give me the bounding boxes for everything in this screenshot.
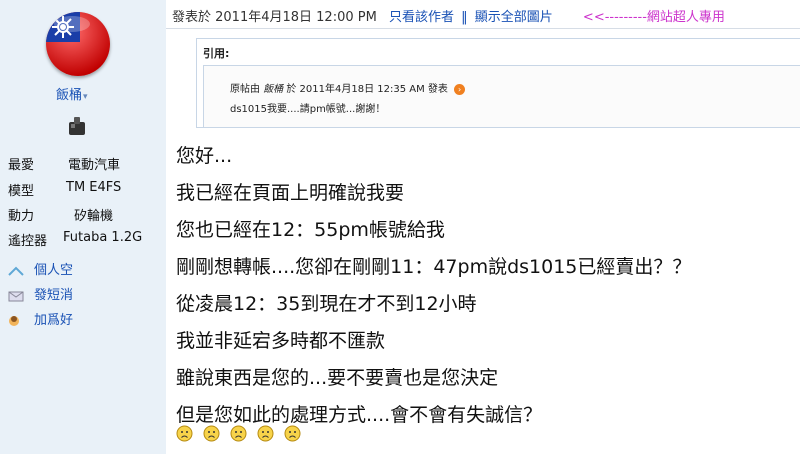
- quote-content: 原帖由 飯桶 於 2011年4月18日 12:35 AM 發表 › ds1015…: [203, 65, 800, 127]
- sad-face-icon: [284, 425, 301, 442]
- message-line: 雖說東西是您的...要不要賣也是您決定: [176, 367, 499, 389]
- info-row-favorite: 最愛 電動汽車: [8, 158, 121, 173]
- message-line: 您也已經在12：55pm帳號給我: [176, 219, 445, 241]
- servo-icon: [69, 117, 85, 135]
- info-row-controller: 遙控器 Futaba 1.2G: [8, 230, 143, 249]
- sad-face-icon: [230, 425, 247, 442]
- sad-face-icon: [257, 425, 274, 442]
- user-avatar[interactable]: [46, 12, 110, 76]
- emoji-row: [176, 425, 306, 446]
- username-text: 飯桶: [56, 88, 83, 103]
- chevron-down-icon: ▾: [83, 92, 88, 102]
- quote-text: ds1015我要....請pm帳號...謝謝！: [230, 104, 386, 115]
- only-author-link[interactable]: 只看該作者: [389, 10, 454, 25]
- quote-meta: 原帖由 飯桶 於 2011年4月18日 12:35 AM 發表 ›: [230, 80, 466, 95]
- profile-icon: [8, 266, 24, 276]
- message-line: 剛剛想轉帳....您卻在剛剛11：47pm說ds1015已經賣出？？: [176, 256, 692, 278]
- username-link[interactable]: 飯桶▾: [56, 84, 88, 103]
- message-link[interactable]: 發短消: [8, 284, 73, 303]
- message-icon: [8, 291, 24, 301]
- message-line: 我並非延宕多時都不匯款: [176, 330, 386, 352]
- message-line: 我已經在頁面上明確說我要: [176, 182, 405, 204]
- sad-face-icon: [203, 425, 220, 442]
- header-divider: [166, 28, 800, 29]
- info-row-model: 模型 TM E4FS: [8, 180, 122, 199]
- header-separator: ‖: [461, 10, 468, 25]
- quote-label: 引用:: [203, 47, 230, 60]
- post-header: 發表於 2011年4月18日 12:00 PM 只看該作者 ‖ 顯示全部圖片 <…: [172, 6, 725, 25]
- quote-author: 飯桶: [263, 84, 284, 95]
- post-timestamp: 發表於 2011年4月18日 12:00 PM: [172, 10, 377, 25]
- add-friend-link[interactable]: 加爲好: [8, 309, 73, 328]
- show-all-images-link[interactable]: 顯示全部圖片: [475, 10, 553, 25]
- admin-note: <<---------網站超人專用: [582, 10, 725, 25]
- message-line: 從凌晨12：35到現在才不到12小時: [176, 293, 477, 315]
- profile-link[interactable]: 個人空: [8, 259, 73, 278]
- user-sidebar: 飯桶▾ 最愛 電動汽車 模型 TM E4FS 動力 矽輪機 遙控器 Futaba…: [0, 0, 166, 454]
- info-row-power: 動力 矽輪機: [8, 209, 114, 224]
- add-friend-icon: [9, 315, 19, 326]
- go-to-post-icon[interactable]: ›: [454, 83, 466, 95]
- quote-block: 引用: 原帖由 飯桶 於 2011年4月18日 12:35 AM 發表 › ds…: [196, 38, 800, 128]
- sad-face-icon: [176, 425, 193, 442]
- post-body: 您好... 我已經在頁面上明確說我要 您也已經在12：55pm帳號給我 剛剛想轉…: [176, 138, 691, 434]
- message-line: 您好...: [176, 145, 233, 167]
